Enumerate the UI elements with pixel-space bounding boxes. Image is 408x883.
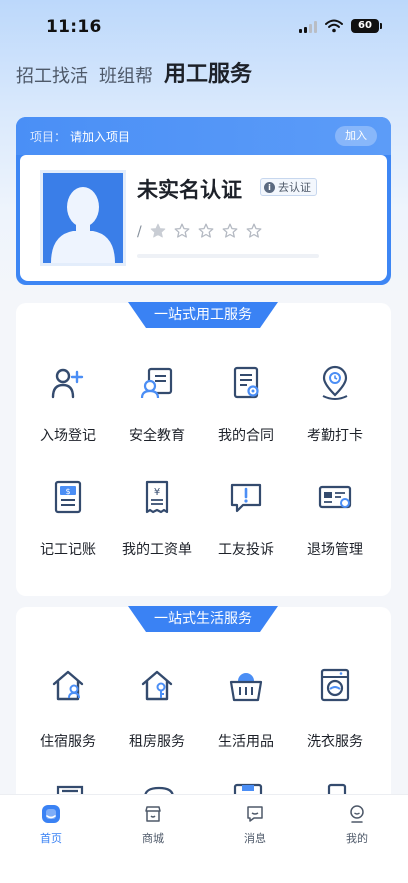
star-empty-icon <box>246 223 262 238</box>
project-label: 项目： <box>30 130 67 144</box>
exit-management-icon <box>318 485 352 509</box>
tab-find-work[interactable]: 招工找活 <box>16 62 88 88</box>
service-label: 住宿服务 <box>40 734 96 750</box>
wifi-icon <box>325 19 343 33</box>
default-avatar-icon <box>43 173 123 263</box>
profile-progress-bar <box>137 254 319 258</box>
complaint-icon <box>230 483 262 513</box>
bottom-navigation: 首页 商城 消息 我的 <box>0 794 408 883</box>
service-label: 记工记账 <box>40 542 96 558</box>
rental-icon <box>141 670 173 701</box>
store-icon <box>145 806 161 822</box>
star-filled-icon <box>150 223 166 238</box>
rating-stars <box>150 223 270 239</box>
svg-text:$: $ <box>65 487 70 496</box>
nav-profile[interactable]: 我的 <box>306 795 408 855</box>
role-separator: / <box>137 224 142 240</box>
service-label: 洗衣服务 <box>307 734 363 750</box>
nav-label: 我的 <box>346 832 368 845</box>
message-icon <box>247 806 263 822</box>
service-label: 生活用品 <box>218 734 274 750</box>
nav-messages[interactable]: 消息 <box>204 795 306 855</box>
service-label: 我的合同 <box>218 428 274 444</box>
nav-home[interactable]: 首页 <box>0 795 102 855</box>
join-project-button[interactable]: 加入 <box>335 126 377 146</box>
star-empty-icon <box>222 223 238 238</box>
star-empty-icon <box>198 223 214 238</box>
service-label: 工友投诉 <box>218 542 274 558</box>
employment-services-card: 一站式用工服务 入场登记 安全教育 我的合同 考勤打卡 $ 记工记账 ¥ 我的工… <box>16 302 391 596</box>
verify-button[interactable]: i 去认证 <box>260 178 317 196</box>
service-label: 考勤打卡 <box>307 428 363 444</box>
contract-icon <box>233 366 259 399</box>
status-time: 11:16 <box>46 17 102 37</box>
project-value[interactable]: 请加入项目 <box>70 128 130 145</box>
service-label: 我的工资单 <box>122 542 192 558</box>
nav-label: 商城 <box>142 832 164 845</box>
nav-label: 首页 <box>40 832 62 845</box>
service-label: 退场管理 <box>307 542 363 558</box>
payslip-icon: ¥ <box>145 480 169 514</box>
washing-machine-icon <box>320 668 350 702</box>
safety-education-icon <box>140 367 173 399</box>
tab-employment-services[interactable]: 用工服务 <box>164 56 252 88</box>
home-icon <box>42 805 60 823</box>
accommodation-icon <box>52 670 84 701</box>
section-title: 一站式用工服务 <box>128 302 278 328</box>
project-profile-card: 项目： 请加入项目 加入 未实名认证 i 去认证 / <box>16 117 391 285</box>
user-name: 未实名认证 <box>137 178 242 202</box>
project-header: 项目： 请加入项目 加入 <box>16 117 391 155</box>
service-label: 入场登记 <box>40 428 96 444</box>
accounting-icon: $ <box>54 480 82 514</box>
tab-team-help[interactable]: 班组帮 <box>99 62 153 88</box>
info-icon: i <box>264 181 275 193</box>
profile-icon <box>350 805 364 823</box>
shopping-basket-icon <box>229 673 263 702</box>
verify-label: 去认证 <box>278 181 311 194</box>
person-add-icon <box>51 368 84 399</box>
nav-store[interactable]: 商城 <box>102 795 204 855</box>
svg-text:¥: ¥ <box>154 487 160 498</box>
avatar[interactable] <box>40 170 126 266</box>
status-bar: 11:16 60 <box>0 0 408 50</box>
battery-icon: 60 <box>351 19 382 33</box>
section-title: 一站式生活服务 <box>128 606 278 632</box>
life-services-card: 一站式生活服务 住宿服务 租房服务 生活用品 洗衣服务 <box>16 606 391 807</box>
profile-panel: 未实名认证 i 去认证 / <box>20 155 387 281</box>
attendance-location-icon <box>322 365 348 400</box>
service-label: 安全教育 <box>129 428 185 444</box>
service-label: 租房服务 <box>129 734 185 750</box>
cellular-signal-icon <box>299 21 319 33</box>
star-empty-icon <box>174 223 190 238</box>
nav-label: 消息 <box>244 832 266 845</box>
